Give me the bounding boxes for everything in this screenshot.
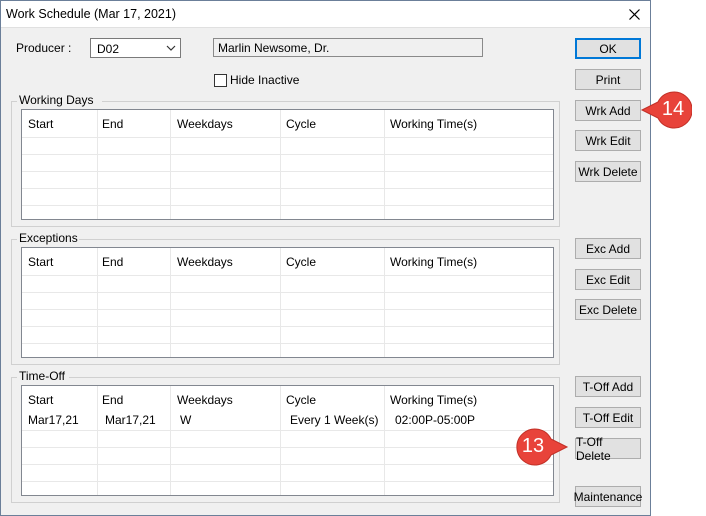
row-end: Mar17,21 [105,413,156,427]
col-header-end[interactable]: End [102,117,123,131]
hide-inactive-checkbox[interactable] [214,73,227,87]
chevron-down-icon [166,45,176,51]
col-header-working-times[interactable]: Working Time(s) [390,255,477,269]
col-header-cycle[interactable]: Cycle [286,255,316,269]
time-off-group: Time-Off Start End Weekdays Cycle Workin… [11,370,560,503]
producer-name: Marlin Newsome, Dr. [218,41,330,55]
toff-delete-button[interactable]: T-Off Delete [575,435,641,463]
row-start: Mar17,21 [28,413,79,427]
ok-button[interactable]: OK [575,38,641,59]
col-header-weekdays[interactable]: Weekdays [177,117,233,131]
callout-14-number: 14 [661,98,685,120]
col-header-cycle[interactable]: Cycle [286,393,316,407]
col-header-weekdays[interactable]: Weekdays [177,255,233,269]
working-days-title: Working Days [18,93,95,107]
exc-delete-button[interactable]: Exc Delete [575,299,641,320]
row-cycle: Every 1 Week(s) [290,413,379,427]
exc-edit-button[interactable]: Exc Edit [575,269,641,290]
working-days-group: Working Days Start End Weekdays Cycle Wo… [11,94,560,227]
producer-select[interactable]: D02 [90,38,181,58]
callout-13-number: 13 [521,435,545,457]
row-working-times: 02:00P-05:00P [395,413,476,427]
exceptions-group: Exceptions Start End Weekdays Cycle Work… [11,232,560,365]
table-row[interactable]: Mar17,21 Mar17,21 W Every 1 Week(s) 02:0… [22,410,553,428]
callout-14: 14 [640,90,702,129]
col-header-working-times[interactable]: Working Time(s) [390,117,477,131]
col-header-weekdays[interactable]: Weekdays [177,393,233,407]
col-header-end[interactable]: End [102,255,123,269]
close-icon [628,8,640,20]
producer-name-field: Marlin Newsome, Dr. [213,38,483,57]
working-days-grid[interactable]: Start End Weekdays Cycle Working Time(s) [21,109,554,220]
exc-add-button[interactable]: Exc Add [575,238,641,259]
wrk-delete-button[interactable]: Wrk Delete [575,161,641,182]
hide-inactive-label: Hide Inactive [230,73,300,87]
exceptions-title: Exceptions [18,231,79,245]
col-header-start[interactable]: Start [28,393,53,407]
producer-select-value: D02 [97,42,120,56]
print-button[interactable]: Print [575,69,641,90]
producer-label: Producer : [16,41,72,55]
col-header-start[interactable]: Start [28,255,53,269]
time-off-title: Time-Off [18,369,67,383]
wrk-add-button[interactable]: Wrk Add [575,100,641,121]
maintenance-button[interactable]: Maintenance [574,486,642,507]
col-header-end[interactable]: End [102,393,123,407]
col-header-start[interactable]: Start [28,117,53,131]
callout-13: 13 [513,427,569,466]
toff-add-button[interactable]: T-Off Add [575,376,641,397]
close-button[interactable] [618,1,650,27]
title-bar: Work Schedule (Mar 17, 2021) [1,1,650,28]
time-off-grid[interactable]: Start End Weekdays Cycle Working Time(s)… [21,385,554,496]
col-header-working-times[interactable]: Working Time(s) [390,393,477,407]
hide-inactive-toggle[interactable]: Hide Inactive [214,73,299,87]
toff-edit-button[interactable]: T-Off Edit [575,407,641,428]
window-title: Work Schedule (Mar 17, 2021) [6,7,176,21]
row-weekdays: W [180,413,192,427]
exceptions-grid[interactable]: Start End Weekdays Cycle Working Time(s) [21,247,554,358]
wrk-edit-button[interactable]: Wrk Edit [575,130,641,151]
col-header-cycle[interactable]: Cycle [286,117,316,131]
